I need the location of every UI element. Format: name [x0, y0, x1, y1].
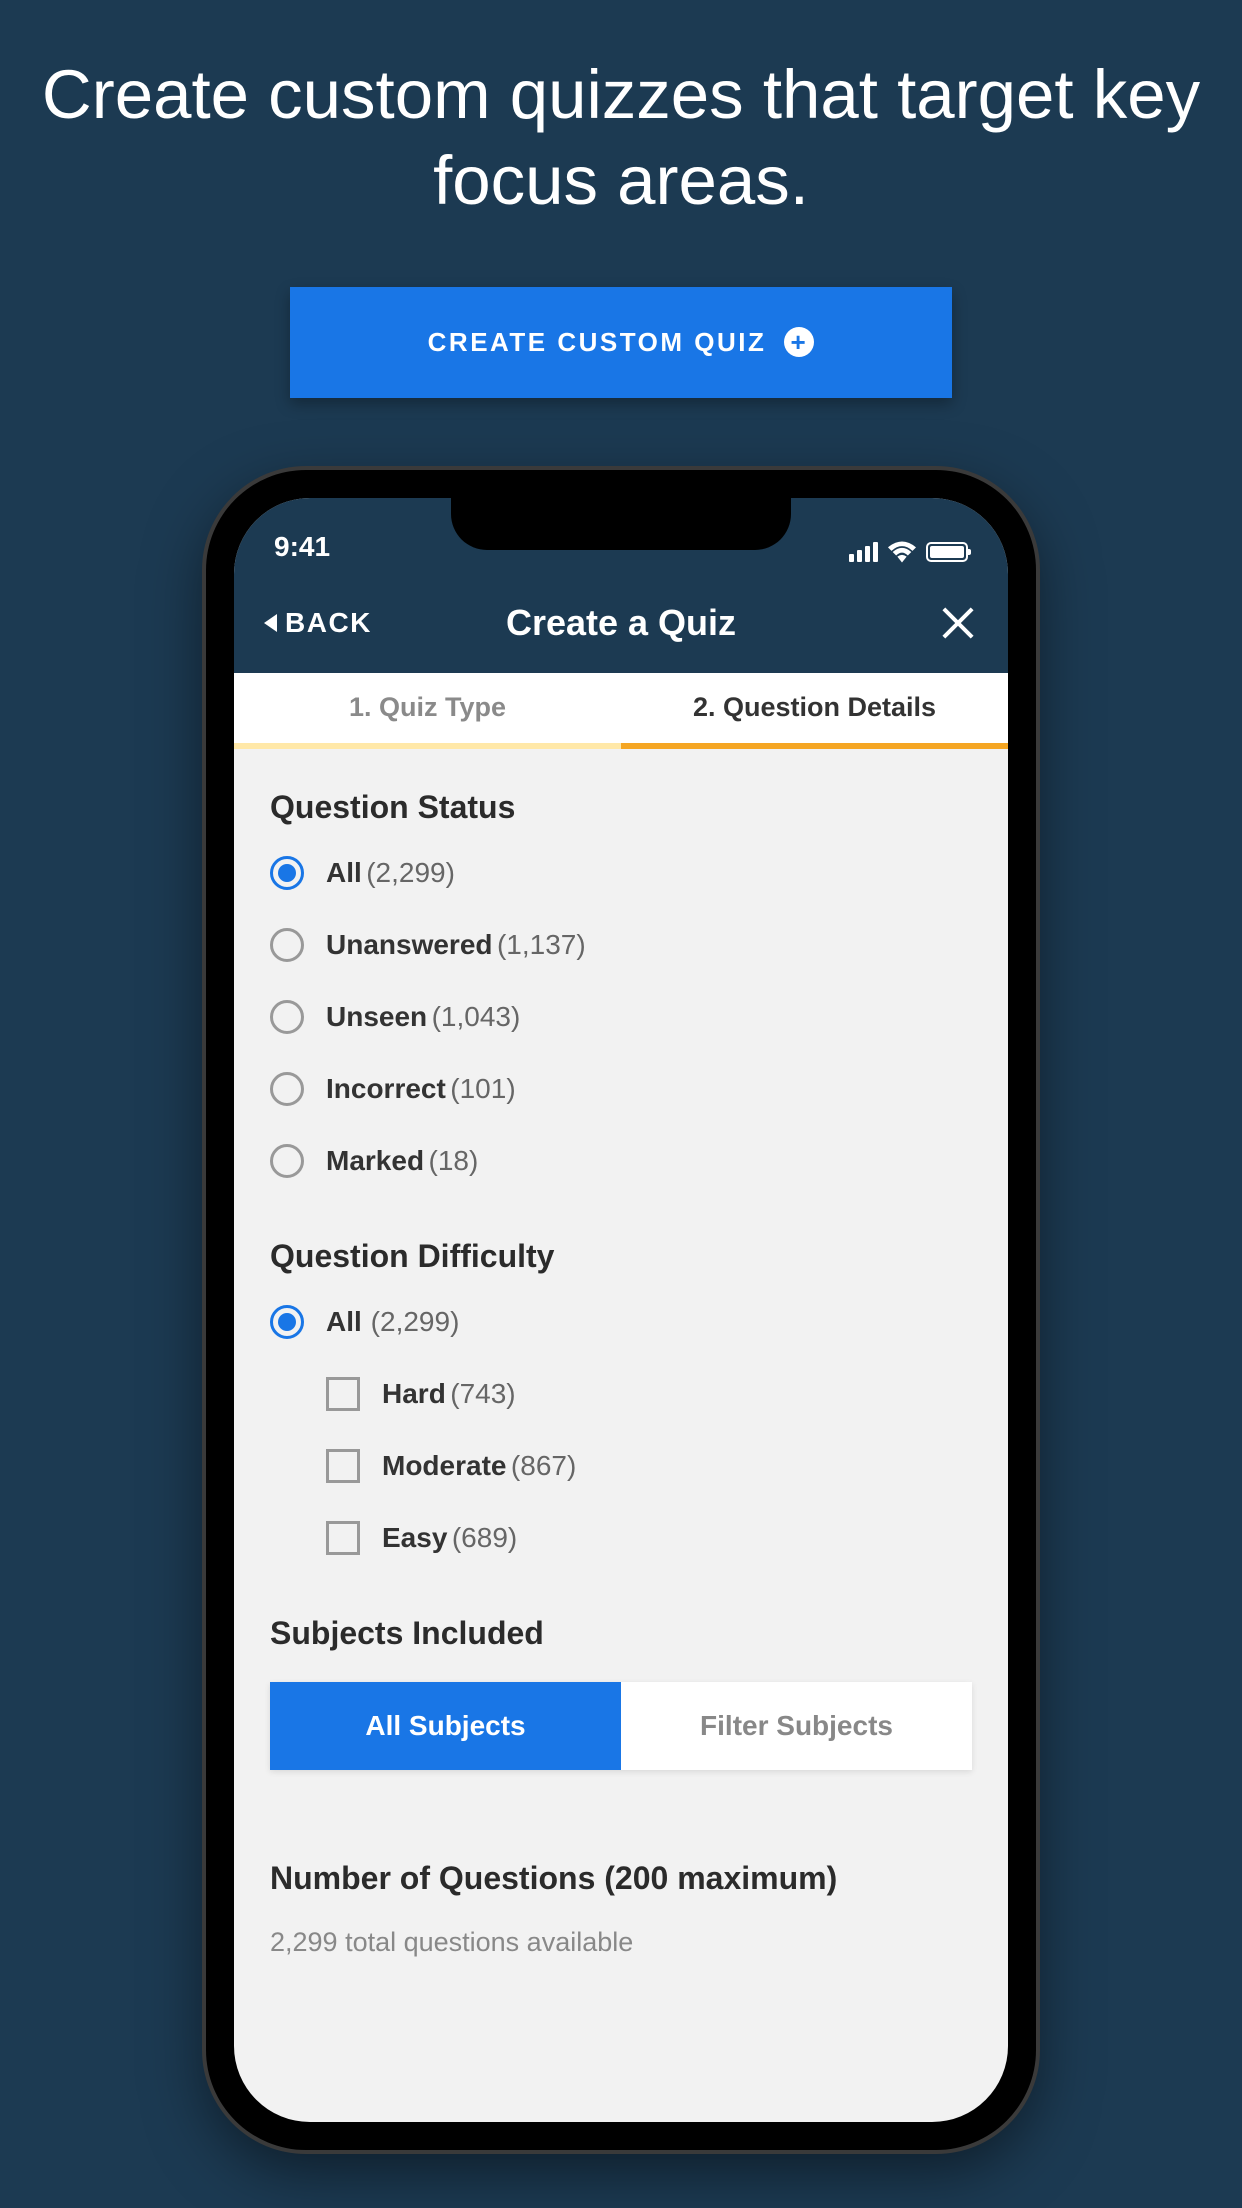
tab-question-details[interactable]: 2. Question Details	[621, 673, 1008, 749]
radio-icon	[270, 928, 304, 962]
close-button[interactable]	[938, 603, 978, 643]
radio-icon	[270, 1000, 304, 1034]
phone-mockup: 9:41 BACK	[206, 470, 1036, 2150]
section-title-subjects: Subjects Included	[270, 1615, 972, 1652]
back-arrow-icon	[264, 614, 277, 632]
wizard-tabs: 1. Quiz Type 2. Question Details	[234, 673, 1008, 749]
status-option-all[interactable]: All (2,299)	[270, 856, 972, 890]
promo-headline: Create custom quizzes that target key fo…	[0, 52, 1242, 225]
nav-bar: BACK Create a Quiz	[234, 573, 1008, 673]
checkbox-icon	[326, 1521, 360, 1555]
section-title-number: Number of Questions (200 maximum)	[270, 1860, 972, 1897]
subjects-toggle: All Subjects Filter Subjects	[270, 1682, 972, 1770]
back-button[interactable]: BACK	[264, 607, 372, 639]
signal-icon	[849, 542, 878, 562]
status-time: 9:41	[274, 531, 330, 563]
section-title-status: Question Status	[270, 789, 972, 826]
difficulty-option-easy[interactable]: Easy (689)	[326, 1521, 972, 1555]
status-option-unseen[interactable]: Unseen (1,043)	[270, 1000, 972, 1034]
toggle-all-subjects[interactable]: All Subjects	[270, 1682, 621, 1770]
difficulty-option-hard[interactable]: Hard (743)	[326, 1377, 972, 1411]
status-option-unanswered[interactable]: Unanswered (1,137)	[270, 928, 972, 962]
radio-icon	[270, 856, 304, 890]
tab-quiz-type[interactable]: 1. Quiz Type	[234, 673, 621, 749]
checkbox-icon	[326, 1449, 360, 1483]
create-button-label: CREATE CUSTOM QUIZ	[428, 327, 767, 358]
wifi-icon	[888, 541, 916, 563]
create-custom-quiz-button[interactable]: CREATE CUSTOM QUIZ +	[290, 287, 952, 398]
difficulty-option-all[interactable]: All (2,299)	[270, 1305, 972, 1339]
section-title-difficulty: Question Difficulty	[270, 1238, 972, 1275]
difficulty-option-moderate[interactable]: Moderate (867)	[326, 1449, 972, 1483]
radio-icon	[270, 1305, 304, 1339]
toggle-filter-subjects[interactable]: Filter Subjects	[621, 1682, 972, 1770]
status-option-incorrect[interactable]: Incorrect (101)	[270, 1072, 972, 1106]
back-label: BACK	[285, 607, 372, 639]
battery-icon	[926, 542, 968, 562]
status-option-marked[interactable]: Marked (18)	[270, 1144, 972, 1178]
radio-icon	[270, 1072, 304, 1106]
plus-icon: +	[784, 327, 814, 357]
checkbox-icon	[326, 1377, 360, 1411]
radio-icon	[270, 1144, 304, 1178]
page-title: Create a Quiz	[506, 602, 736, 644]
questions-available-text: 2,299 total questions available	[270, 1927, 972, 1958]
